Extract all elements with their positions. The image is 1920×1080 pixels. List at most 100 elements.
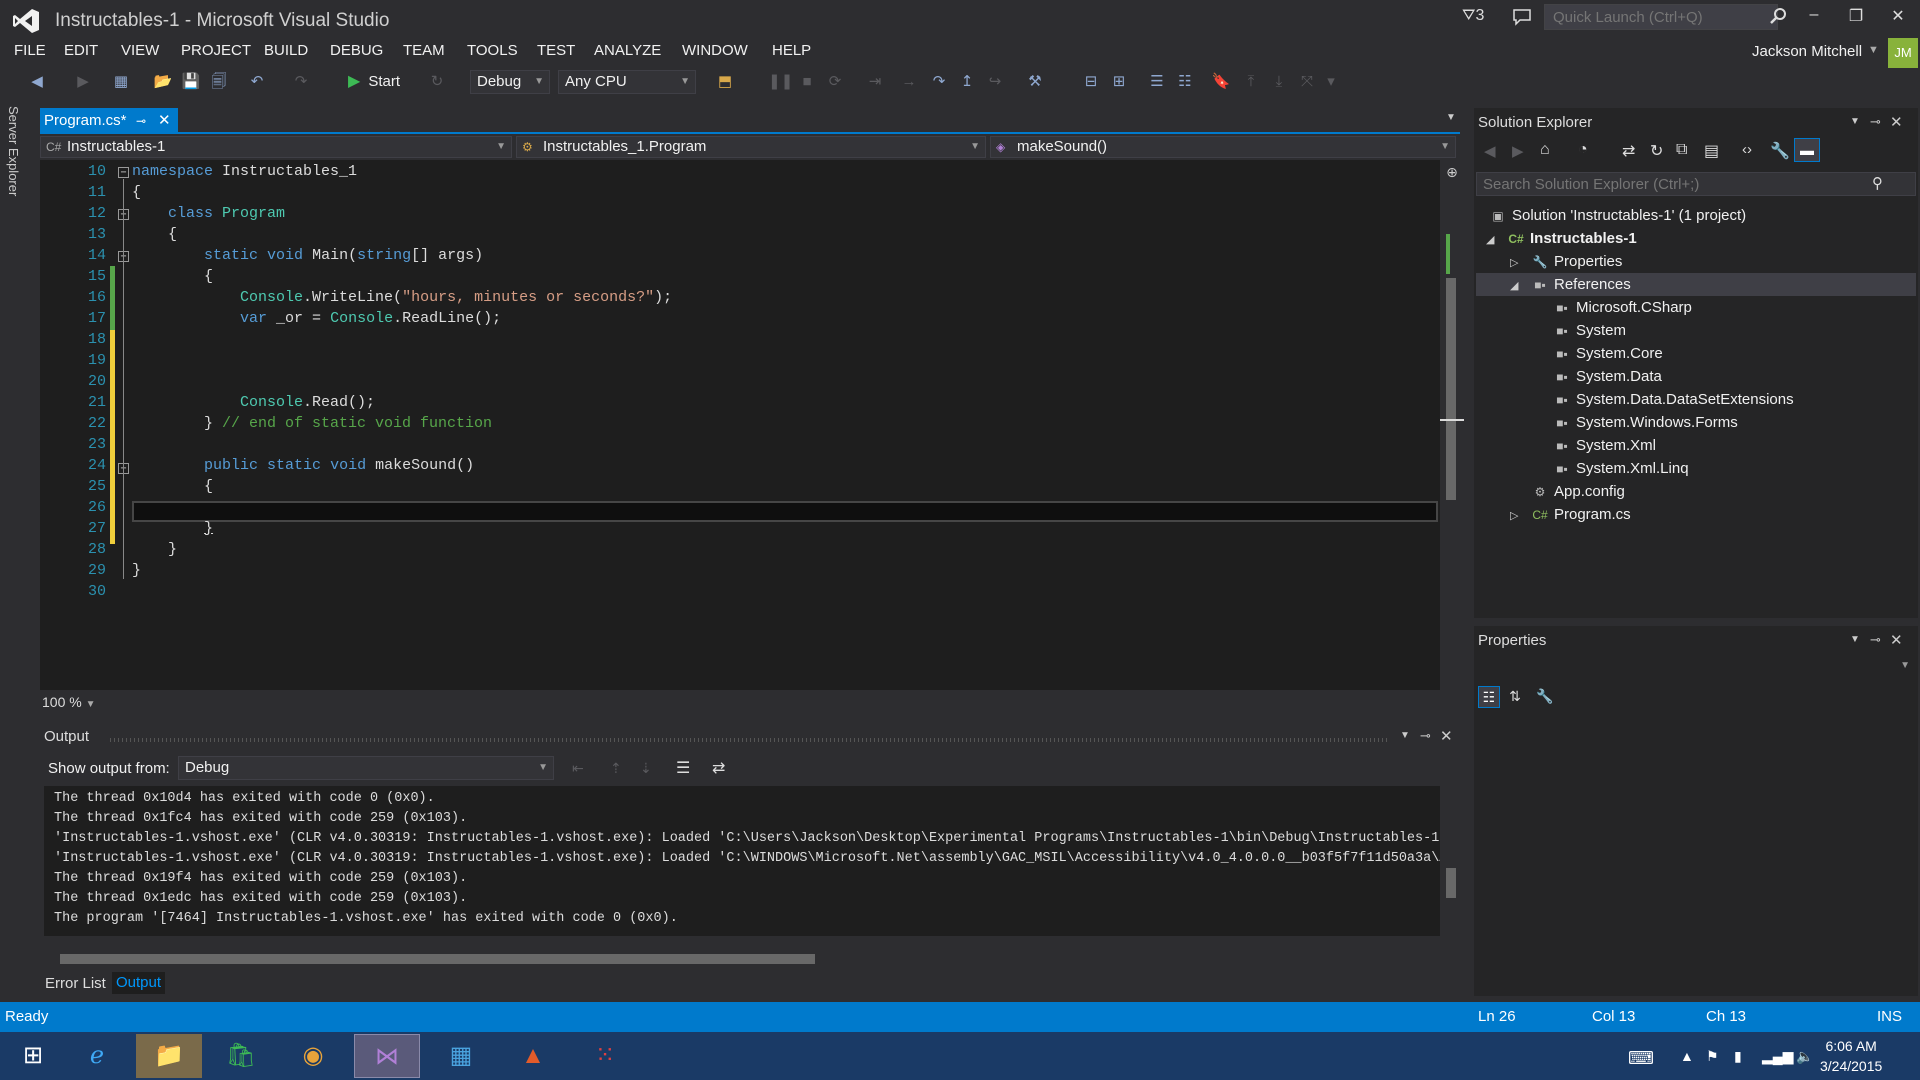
tree-reference-item[interactable]: ■▪ System.Data (1552, 366, 1662, 388)
hex-display-icon[interactable]: ⚒ (1024, 72, 1046, 92)
configuration-select[interactable]: Debug ▼ (470, 70, 550, 94)
office-icon[interactable]: ▲ (500, 1034, 566, 1078)
tree-reference-item[interactable]: ■▪ System.Xml.Linq (1552, 458, 1688, 480)
show-all-files-icon[interactable]: ▤ (1704, 141, 1719, 161)
internet-explorer-icon[interactable]: ℯ (64, 1034, 130, 1078)
tree-properties[interactable]: 🔧 Properties (1530, 251, 1623, 273)
tab-output[interactable]: Output (112, 972, 166, 994)
close-icon[interactable]: ✕ (158, 108, 171, 134)
close-window-button[interactable]: ✕ (1882, 6, 1914, 30)
menu-debug[interactable]: DEBUG (330, 42, 383, 59)
menu-analyze[interactable]: ANALYZE (594, 42, 661, 59)
menu-edit[interactable]: EDIT (64, 42, 98, 59)
chevron-down-icon[interactable]: ▼ (1400, 730, 1410, 741)
restore-button[interactable]: ❐ (1840, 6, 1872, 30)
preview-icon[interactable]: ▬ (1794, 138, 1820, 162)
avatar[interactable]: JM (1888, 38, 1918, 68)
zoom-select[interactable]: 100 % ▼ (42, 694, 96, 710)
collapse-icon[interactable]: − (118, 167, 129, 178)
prev-message-icon[interactable]: ⇡ (610, 760, 622, 777)
prev-bookmark-icon[interactable]: ⤒ (1240, 72, 1262, 92)
pin-icon[interactable]: ⊸ (1870, 632, 1881, 648)
find-message-icon[interactable]: ⇤ (572, 760, 584, 777)
server-explorer-tab[interactable]: Server Explorer (6, 106, 21, 196)
next-message-icon[interactable]: ⇣ (640, 760, 652, 777)
step-into-icon[interactable]: → (898, 72, 920, 92)
categorized-icon[interactable]: ☷ (1478, 686, 1500, 708)
tree-references[interactable]: ■▪ References (1530, 274, 1630, 296)
action-center-flag-icon[interactable]: ⚑ (1706, 1048, 1719, 1065)
close-icon[interactable]: ✕ (1890, 631, 1903, 649)
chevron-down-icon[interactable]: ▼ (1850, 634, 1860, 645)
refresh-icon[interactable]: ↻ (426, 72, 448, 92)
redo-step-icon[interactable]: ↪ (984, 72, 1006, 92)
view-code-icon[interactable]: ‹› (1742, 141, 1752, 158)
chrome-icon[interactable]: ◉ (280, 1034, 346, 1078)
refresh-icon[interactable]: ↻ (1650, 141, 1663, 161)
menu-team[interactable]: TEAM (403, 42, 445, 59)
restart-icon[interactable]: ⟳ (824, 72, 846, 92)
tree-reference-item[interactable]: ■▪ Microsoft.CSharp (1552, 297, 1692, 319)
tree-program-cs[interactable]: C# Program.cs (1530, 504, 1630, 526)
open-file-icon[interactable]: 📂 (152, 72, 174, 92)
properties-object-select[interactable]: ▼ (1476, 656, 1916, 678)
user-name[interactable]: Jackson Mitchell (1752, 43, 1862, 60)
save-all-icon[interactable]: 🗐 (208, 72, 230, 92)
tree-reference-item[interactable]: ■▪ System.Xml (1552, 435, 1656, 457)
panel-grip[interactable] (110, 738, 1390, 742)
menu-test[interactable]: TEST (537, 42, 575, 59)
calculator-icon[interactable]: ▦ (428, 1034, 494, 1078)
split-icon[interactable]: ⊕ (1440, 164, 1464, 181)
property-pages-icon[interactable]: 🔧 (1534, 686, 1556, 708)
menu-tools[interactable]: TOOLS (467, 42, 518, 59)
expanded-triangle-icon[interactable]: ◢ (1510, 279, 1518, 292)
chevron-down-icon[interactable]: ▼ (1850, 116, 1860, 127)
show-hidden-icons-icon[interactable]: ▲ (1680, 1048, 1694, 1064)
search-icon[interactable]: ⚲ (1872, 174, 1883, 192)
network-signal-icon[interactable]: ▂▄▆ (1762, 1048, 1793, 1065)
forward-icon[interactable]: ▶ (1512, 142, 1524, 160)
keyboard-icon[interactable]: ⌨ (1628, 1048, 1654, 1069)
battery-icon[interactable]: ▮ (1734, 1048, 1742, 1065)
back-icon[interactable]: ◀ (1484, 142, 1496, 160)
collapsed-triangle-icon[interactable]: ▷ (1510, 509, 1518, 522)
feedback-icon[interactable] (1512, 8, 1532, 26)
menu-window[interactable]: WINDOW (682, 42, 748, 59)
tree-reference-item[interactable]: ■▪ System.Core (1552, 343, 1662, 365)
close-icon[interactable]: ✕ (1440, 727, 1453, 745)
pin-icon[interactable]: ⊸ (136, 108, 146, 134)
notifications-button[interactable]: ⛛3 (1462, 7, 1484, 25)
output-hscroll-thumb[interactable] (60, 954, 815, 964)
word-wrap-icon[interactable]: ⇄ (712, 758, 725, 778)
editor-scroll-thumb[interactable] (1446, 278, 1456, 500)
new-project-icon[interactable]: ▦ (110, 72, 132, 92)
pin-icon[interactable]: ⊸ (1870, 114, 1881, 130)
clear-bookmarks-icon[interactable]: ⤧ (1296, 72, 1318, 92)
clear-all-icon[interactable]: ☰ (676, 758, 690, 778)
redo-icon[interactable]: ↷ (290, 72, 312, 92)
project-nav-select[interactable]: C# Instructables-1 ▼ (40, 136, 512, 158)
file-explorer-icon[interactable]: 📁 (136, 1034, 202, 1078)
menu-view[interactable]: VIEW (121, 42, 159, 59)
menu-project[interactable]: PROJECT (181, 42, 251, 59)
collapse-all-icon[interactable]: ⧉ (1676, 141, 1687, 159)
chevron-down-icon[interactable]: ▼ (1868, 44, 1879, 56)
tree-app-config[interactable]: ⚙ App.config (1530, 481, 1625, 503)
pin-icon[interactable]: ⊸ (1420, 728, 1431, 744)
tree-reference-item[interactable]: ■▪ System.Data.DataSetExtensions (1552, 389, 1793, 411)
navigate-forward-icon[interactable]: ▶ (72, 72, 94, 92)
tab-error-list[interactable]: Error List (45, 975, 106, 992)
menu-file[interactable]: FILE (14, 42, 46, 59)
step-over-icon[interactable]: ↷ (928, 72, 950, 92)
properties-wrench-icon[interactable]: 🔧 (1770, 141, 1790, 161)
class-nav-select[interactable]: ⚙ Instructables_1.Program ▼ (516, 136, 986, 158)
pause-icon[interactable]: ❚❚ (768, 72, 793, 92)
show-output-from-select[interactable]: Debug ▼ (178, 756, 554, 780)
output-vertical-scrollbar[interactable] (1440, 786, 1464, 946)
comment-out-icon[interactable]: ⊟ (1080, 72, 1102, 92)
tree-reference-item[interactable]: ■▪ System.Windows.Forms (1552, 412, 1737, 434)
sync-icon[interactable]: ⇄ (1622, 141, 1635, 161)
stop-icon[interactable]: ■ (796, 72, 818, 92)
store-icon[interactable]: 🛍 (208, 1034, 274, 1078)
increase-indent-icon[interactable]: ☷ (1174, 72, 1196, 92)
